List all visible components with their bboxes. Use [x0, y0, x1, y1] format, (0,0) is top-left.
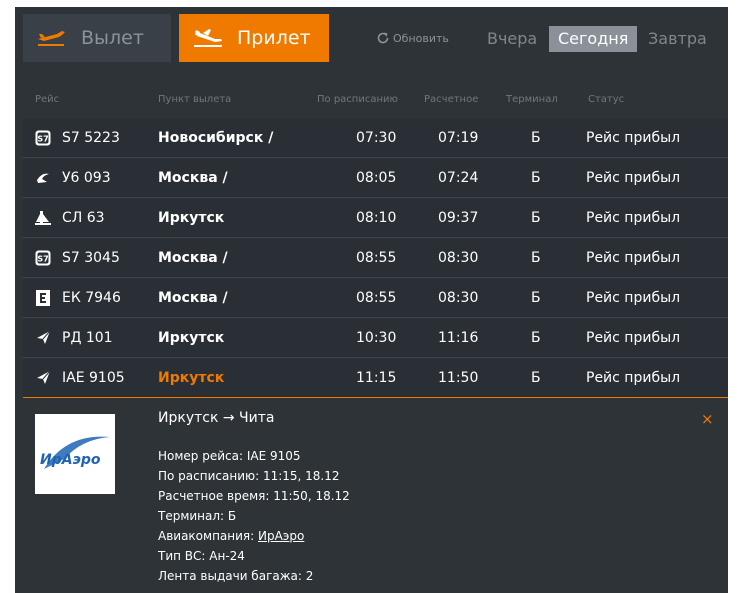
estimated-time: 11:16: [438, 330, 479, 346]
flight-detail-panel: ИрАэро Иркутск → Чита × Номер рейса: IAE…: [23, 398, 728, 593]
iraero-icon: [35, 330, 51, 346]
flight-board: Вылет Прилет Обновить Вчера Сегодня Завт…: [15, 7, 728, 593]
estimated-time: 09:37: [438, 210, 479, 226]
flight-status: Рейс прибыл: [586, 250, 681, 266]
flight-number: S7 5223: [62, 130, 120, 146]
origin-city: Москва /: [158, 250, 228, 266]
scheduled-time: 08:55: [356, 290, 397, 306]
flight-number: У6 093: [62, 170, 111, 186]
flight-status: Рейс прибыл: [586, 370, 681, 386]
origin-city: Новосибирск /: [158, 130, 274, 146]
scheduled-time: 11:15: [356, 370, 397, 386]
detail-terminal: Терминал: Б: [158, 509, 237, 523]
tab-departure[interactable]: Вылет: [23, 14, 171, 62]
ural-icon: [35, 170, 51, 186]
origin-city: Иркутск: [158, 370, 225, 386]
airline-e-icon: [35, 290, 51, 306]
flight-number: IAE 9105: [62, 370, 125, 386]
flight-detail-info: Номер рейса: IAE 9105 По расписанию: 11:…: [158, 446, 350, 586]
scheduled-time: 08:55: [356, 250, 397, 266]
terminal: Б: [531, 330, 541, 346]
flight-number: РД 101: [62, 330, 113, 346]
flight-status: Рейс прибыл: [586, 170, 681, 186]
terminal: Б: [531, 370, 541, 386]
flight-status: Рейс прибыл: [586, 210, 681, 226]
origin-city: Москва /: [158, 290, 228, 306]
table-row[interactable]: S7 S7 3045 Москва / 08:55 08:30 Б Рейс п…: [23, 239, 728, 278]
flight-status: Рейс прибыл: [586, 330, 681, 346]
svg-text:S7: S7: [37, 255, 48, 264]
svg-text:S7: S7: [37, 135, 48, 144]
origin-city: Иркутск: [158, 210, 225, 226]
estimated-time: 07:24: [438, 170, 479, 186]
tab-arrival[interactable]: Прилет: [179, 14, 329, 62]
table-header: Рейс Пункт вылета По расписанию Расчетно…: [15, 94, 728, 108]
plane-arrival-icon: [191, 27, 227, 49]
table-row[interactable]: СЛ 63 Иркутск 08:10 09:37 Б Рейс прибыл: [23, 199, 728, 238]
terminal: Б: [531, 170, 541, 186]
detail-airline-label: Авиакомпания:: [158, 529, 258, 543]
airline-logo: ИрАэро: [35, 414, 115, 494]
column-header-estimated: Расчетное: [424, 94, 479, 105]
detail-airline: Авиакомпания: ИрАэро: [158, 526, 350, 546]
estimated-time: 07:19: [438, 130, 479, 146]
day-yesterday-button[interactable]: Вчера: [478, 26, 546, 52]
flight-number: ЕК 7946: [62, 290, 121, 306]
iraero-icon: [35, 370, 51, 386]
column-header-origin: Пункт вылета: [158, 94, 232, 105]
refresh-label: Обновить: [393, 31, 449, 45]
refresh-icon: [377, 32, 389, 44]
terminal: Б: [531, 250, 541, 266]
scheduled-time: 07:30: [356, 130, 397, 146]
s7-icon: S7: [35, 250, 51, 266]
detail-baggage: Лента выдачи багажа: 2: [158, 569, 314, 583]
day-tomorrow-button[interactable]: Завтра: [639, 26, 716, 52]
terminal: Б: [531, 130, 541, 146]
terminal: Б: [531, 290, 541, 306]
scheduled-time: 10:30: [356, 330, 397, 346]
table-row-selected[interactable]: IAE 9105 Иркутск 11:15 11:50 Б Рейс приб…: [23, 359, 728, 398]
flight-status: Рейс прибыл: [586, 290, 681, 306]
estimated-time: 08:30: [438, 290, 479, 306]
s7-icon: S7: [35, 130, 51, 146]
flight-number: S7 3045: [62, 250, 120, 266]
column-header-flight: Рейс: [35, 94, 60, 105]
detail-flight-number: Номер рейса: IAE 9105: [158, 449, 301, 463]
table-row[interactable]: РД 101 Иркутск 10:30 11:16 Б Рейс прибыл: [23, 319, 728, 358]
origin-city: Иркутск: [158, 330, 225, 346]
tab-departure-label: Вылет: [81, 27, 144, 49]
tab-arrival-label: Прилет: [237, 27, 311, 49]
column-header-terminal: Терминал: [506, 94, 558, 105]
close-icon[interactable]: ×: [701, 410, 714, 428]
column-header-status: Статус: [588, 94, 625, 105]
origin-city: Москва /: [158, 170, 228, 186]
terminal: Б: [531, 210, 541, 226]
flight-number: СЛ 63: [62, 210, 105, 226]
scheduled-time: 08:05: [356, 170, 397, 186]
flight-route: Иркутск → Чита: [158, 410, 275, 426]
scheduled-time: 08:10: [356, 210, 397, 226]
table-row[interactable]: У6 093 Москва / 08:05 07:24 Б Рейс прибы…: [23, 159, 728, 198]
detail-estimated: Расчетное время: 11:50, 18.12: [158, 489, 350, 503]
column-header-scheduled: По расписанию: [317, 94, 398, 105]
table-row[interactable]: ЕК 7946 Москва / 08:55 08:30 Б Рейс приб…: [23, 279, 728, 318]
detail-scheduled: По расписанию: 11:15, 18.12: [158, 469, 340, 483]
estimated-time: 08:30: [438, 250, 479, 266]
detail-aircraft: Тип ВС: Ан-24: [158, 549, 245, 563]
plane-departure-icon: [35, 27, 71, 49]
airline-link[interactable]: ИрАэро: [258, 529, 304, 543]
table-row[interactable]: S7 S7 5223 Новосибирск / 07:30 07:19 Б Р…: [23, 119, 728, 158]
airline-logo-text: ИрАэро: [40, 452, 101, 468]
estimated-time: 11:50: [438, 370, 479, 386]
angara-icon: [35, 210, 51, 226]
day-today-button[interactable]: Сегодня: [549, 26, 638, 52]
refresh-button[interactable]: Обновить: [376, 31, 449, 45]
flight-status: Рейс прибыл: [586, 130, 681, 146]
